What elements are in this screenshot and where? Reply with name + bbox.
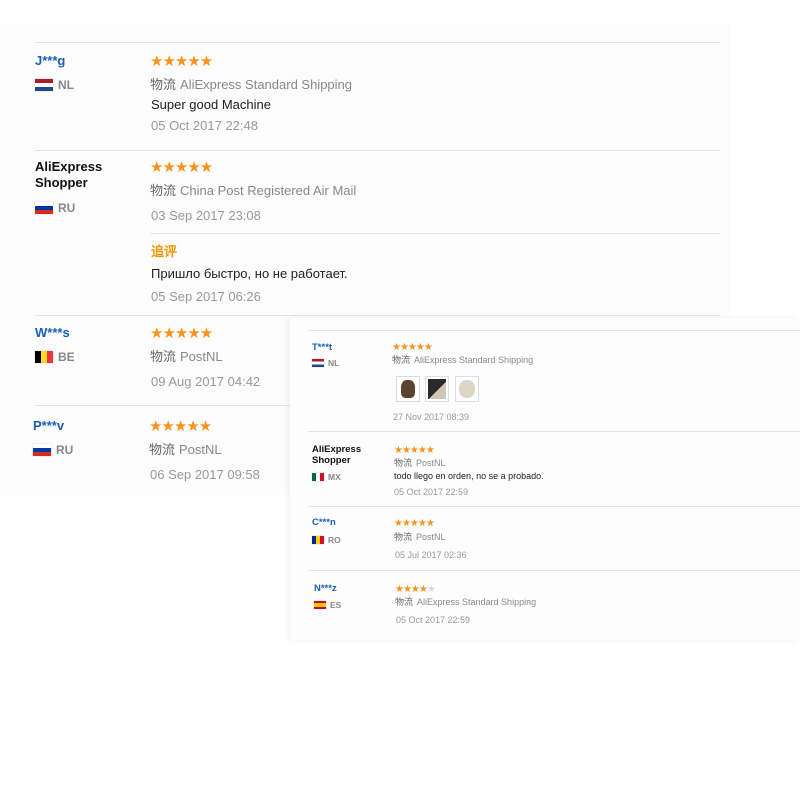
divider [35, 42, 720, 43]
flag-nl-icon [312, 359, 324, 367]
star-rating: ★★★★★ [150, 159, 213, 176]
flag-es-icon [314, 601, 326, 609]
additional-review-label: 追评 [151, 244, 178, 259]
shipping-method: 物流 China Post Registered Air Mail [150, 180, 356, 199]
shipping-name: AliExpress Standard Shipping [414, 355, 534, 365]
review-photo-thumbnail[interactable] [455, 376, 479, 402]
stars-empty: ★ [426, 584, 436, 595]
divider [150, 233, 720, 234]
reviewer-country: RU [35, 201, 75, 215]
reviewer-name[interactable]: C***n [312, 517, 336, 528]
reviewer-country: BE [35, 350, 75, 364]
shipping-name: China Post Registered Air Mail [180, 183, 357, 198]
divider [308, 506, 800, 507]
country-code: ES [330, 600, 342, 610]
shipping-name: AliExpress Standard Shipping [180, 77, 353, 92]
shipping-prefix: 物流 [149, 442, 176, 457]
review-date: 06 Sep 2017 09:58 [150, 467, 260, 482]
star-rating: ★★★★★ [150, 53, 213, 70]
country-code: RO [328, 535, 341, 545]
reviewer-name[interactable]: W***s [35, 325, 70, 341]
shipping-prefix: 物流 [150, 349, 177, 364]
stars-filled: ★★★★ [395, 584, 428, 595]
shipping-name: PostNL [416, 458, 446, 468]
photo-content [401, 380, 415, 398]
reviewer-country: NL [35, 78, 74, 92]
shipping-prefix: 物流 [394, 532, 413, 542]
country-code: BE [58, 350, 75, 364]
reviewer-name[interactable]: N***z [314, 583, 337, 594]
reviews-panel-right: T***t NL ★★★★★ 物流 AliExpress Standard Shi… [290, 318, 800, 640]
shipping-name: PostNL [179, 442, 222, 457]
reviewer-name[interactable]: P***v [33, 418, 64, 434]
star-rating: ★★★★★ [150, 325, 213, 342]
shipping-name: PostNL [180, 349, 223, 364]
flag-ro-icon [312, 536, 324, 544]
country-code: RU [58, 201, 76, 215]
shipping-prefix: 物流 [150, 183, 177, 198]
review-date: 05 Oct 2017 22:59 [396, 615, 471, 625]
reviewer-name[interactable]: AliExpress Shopper [312, 444, 361, 466]
review-date: 09 Aug 2017 04:42 [151, 374, 261, 389]
shipping-prefix: 物流 [392, 355, 411, 365]
reviewer-country: ES [314, 600, 341, 610]
country-code: NL [328, 358, 340, 368]
reviewer-name[interactable]: J***g [35, 53, 65, 69]
review-date: 05 Jul 2017 02:36 [395, 550, 467, 560]
shipping-name: AliExpress Standard Shipping [417, 597, 537, 607]
review-photo-thumbnail[interactable] [425, 376, 449, 402]
country-code: RU [56, 443, 74, 457]
shipping-method: 物流 PostNL [150, 346, 223, 365]
divider [35, 150, 720, 151]
shipping-prefix: 物流 [395, 597, 414, 607]
photo-content [428, 379, 446, 399]
reviewer-country: NL [312, 358, 339, 368]
divider [35, 315, 720, 316]
review-date: 05 Oct 2017 22:48 [151, 118, 258, 133]
reviewer-name-line2: Shopper [35, 175, 88, 190]
reviewer-country: RO [312, 535, 341, 545]
flag-mx-icon [312, 473, 324, 481]
shipping-method: 物流 AliExpress Standard Shipping [392, 353, 533, 366]
review-photo-thumbnail[interactable] [396, 376, 420, 402]
divider [35, 405, 290, 406]
shipping-method: 物流 AliExpress Standard Shipping [395, 595, 536, 608]
review-text: Super good Machine [151, 97, 271, 112]
review-date: 03 Sep 2017 23:08 [151, 208, 261, 223]
shipping-prefix: 物流 [150, 77, 177, 92]
review-date: 05 Oct 2017 22:59 [394, 487, 469, 497]
review-date: 27 Nov 2017 08:39 [393, 412, 470, 422]
reviewer-country: MX [312, 472, 341, 482]
flag-nl-icon [35, 79, 53, 91]
additional-review-date: 05 Sep 2017 06:26 [151, 289, 261, 304]
shipping-name: PostNL [416, 532, 446, 542]
review-text: todo llego en orden, no se a probado. [394, 471, 544, 481]
reviewer-name[interactable]: T***t [312, 342, 332, 353]
reviewer-name[interactable]: AliExpress Shopper [35, 159, 102, 191]
shipping-method: 物流 PostNL [394, 530, 446, 543]
country-code: MX [328, 472, 341, 482]
reviewer-name-line1: AliExpress [312, 444, 362, 455]
reviewer-country: RU [33, 443, 73, 457]
photo-content [459, 380, 475, 398]
divider [308, 330, 800, 331]
flag-be-icon [35, 351, 53, 363]
shipping-method: 物流 PostNL [149, 439, 222, 458]
shipping-prefix: 物流 [394, 458, 413, 468]
flag-ru-icon [33, 444, 51, 456]
reviewer-name-line2: Shopper [312, 455, 351, 466]
shipping-method: 物流 AliExpress Standard Shipping [150, 74, 352, 93]
star-rating: ★★★★★ [149, 418, 212, 435]
shipping-method: 物流 PostNL [394, 456, 446, 469]
additional-review-text: Пришло быстро, но не работает. [151, 266, 348, 281]
reviewer-name-line1: AliExpress [35, 159, 103, 174]
divider [308, 431, 800, 432]
flag-ru-icon [35, 202, 53, 214]
divider [308, 570, 800, 571]
country-code: NL [58, 78, 74, 92]
